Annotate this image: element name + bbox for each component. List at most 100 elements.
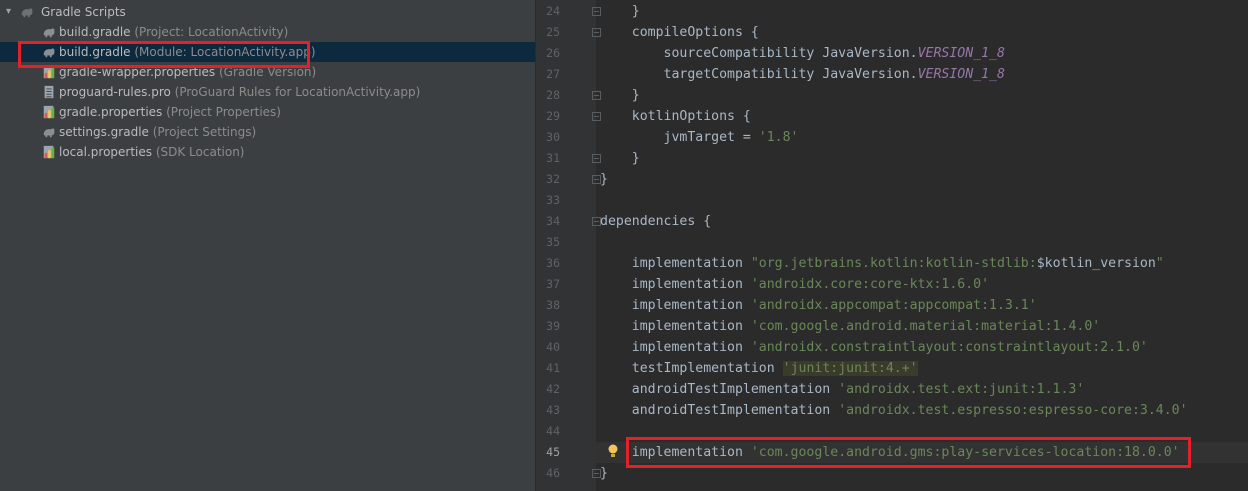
line-number: 37 — [546, 277, 560, 291]
code-token: implementation — [600, 340, 751, 355]
code-token: targetCompatibility JavaVersion. — [600, 67, 918, 82]
code-line[interactable]: androidTestImplementation 'androidx.test… — [600, 379, 1085, 400]
code-line[interactable]: kotlinOptions { — [600, 106, 751, 127]
code-line[interactable]: implementation "org.jetbrains.kotlin:kot… — [600, 253, 1164, 274]
code-token: 'androidx.core:core-ktx:1.6.0' — [750, 277, 990, 292]
code-token: 'androidx.constraintlayout:constraintlay… — [750, 340, 1148, 355]
tree-item[interactable]: gradle.properties (Project Properties) — [0, 102, 535, 122]
tree-item-label: proguard-rules.pro (ProGuard Rules for L… — [59, 82, 420, 102]
editor-gutter: 24 25 26 27 28 29 30 31 32 33 34 35 36 37 38 39 40 41 42 43… — [536, 0, 601, 491]
tree-item-label: settings.gradle (Project Settings) — [59, 122, 256, 142]
code-editor[interactable]: 24 25 26 27 28 29 30 31 32 33 34 35 36 37 38 39 40 41 42 43… — [536, 0, 1248, 491]
annotation-highlight-box — [626, 437, 1191, 468]
line-number: 38 — [546, 298, 560, 312]
line-number: 46 — [546, 466, 560, 480]
code-line[interactable]: implementation 'androidx.core:core-ktx:1… — [600, 274, 989, 295]
line-number: 26 — [546, 46, 560, 60]
code-line[interactable]: } — [600, 85, 640, 106]
code-token: "org.jetbrains.kotlin:kotlin-stdlib: — [750, 256, 1037, 271]
line-number: 42 — [546, 382, 560, 396]
code-token: kotlinOptions { — [600, 109, 751, 124]
file-name: proguard-rules.pro — [59, 85, 171, 99]
code-line[interactable]: implementation 'androidx.constraintlayou… — [600, 337, 1148, 358]
code-token: $kotlin_version — [1036, 256, 1156, 271]
line-number: 31 — [546, 151, 560, 165]
line-number: 29 — [546, 109, 560, 123]
code-line[interactable]: targetCompatibility JavaVersion.VERSION_… — [600, 64, 1005, 85]
tree-item[interactable]: proguard-rules.pro (ProGuard Rules for L… — [0, 82, 535, 102]
tree-item-label: gradle.properties (Project Properties) — [59, 102, 281, 122]
code-token: VERSION_1_8 — [917, 67, 1005, 82]
code-token: 'androidx.test.espresso:espresso-core:3.… — [838, 403, 1188, 418]
file-detail: (Project Properties) — [162, 105, 281, 119]
line-number: 28 — [546, 88, 560, 102]
tree-node-gradle-scripts[interactable]: ▾ Gradle Scripts — [0, 2, 535, 22]
line-number: 45 — [546, 445, 560, 459]
line-number: 34 — [546, 214, 560, 228]
code-line[interactable]: compileOptions { — [600, 22, 759, 43]
line-number: 25 — [546, 25, 560, 39]
tree-item[interactable]: build.gradle (Project: LocationActivity) — [0, 22, 535, 42]
properties-file-icon — [43, 145, 55, 159]
code-line[interactable]: } — [600, 148, 640, 169]
code-line[interactable]: dependencies { — [600, 211, 711, 232]
tree-item[interactable]: local.properties (SDK Location) — [0, 142, 535, 162]
line-number: 36 — [546, 256, 560, 270]
tree-item-label: local.properties (SDK Location) — [59, 142, 245, 162]
line-number: 30 — [546, 130, 560, 144]
line-number: 33 — [546, 193, 560, 207]
line-number: 39 — [546, 319, 560, 333]
gradle-elephant-icon — [21, 8, 33, 18]
gradle-elephant-icon — [43, 128, 55, 138]
code-line[interactable]: jvmTarget = '1.8' — [600, 127, 799, 148]
code-token: androidTestImplementation — [600, 403, 839, 418]
line-number: 44 — [546, 424, 560, 438]
annotation-highlight-box — [18, 41, 310, 68]
code-token: compileOptions { — [600, 25, 759, 40]
line-number: 27 — [546, 67, 560, 81]
code-token: } — [600, 4, 640, 19]
file-detail: (Project: LocationActivity) — [130, 25, 289, 39]
line-number: 41 — [546, 361, 560, 375]
file-name: local.properties — [59, 145, 153, 159]
code-token: } — [600, 466, 608, 481]
code-token: 'androidx.appcompat:appcompat:1.3.1' — [750, 298, 1037, 313]
file-detail: (SDK Location) — [152, 145, 245, 159]
code-line[interactable]: } — [600, 463, 608, 484]
code-line[interactable]: implementation 'androidx.appcompat:appco… — [600, 295, 1037, 316]
code-token: 'androidx.test.ext:junit:1.1.3' — [838, 382, 1085, 397]
project-tool-window: ▾ Gradle Scripts build.gradle (Project: … — [0, 0, 535, 491]
code-token: 'com.google.android.material:material:1.… — [750, 319, 1101, 334]
code-line[interactable]: androidTestImplementation 'androidx.test… — [600, 400, 1188, 421]
code-token: VERSION_1_8 — [917, 46, 1005, 61]
line-number: 32 — [546, 172, 560, 186]
code-line[interactable]: implementation 'com.google.android.mater… — [600, 316, 1100, 337]
code-token: androidTestImplementation — [600, 382, 839, 397]
line-number: 40 — [546, 340, 560, 354]
code-token: implementation — [600, 298, 751, 313]
tree-item[interactable]: settings.gradle (Project Settings) — [0, 122, 535, 142]
line-number: 24 — [546, 4, 560, 18]
code-line[interactable]: sourceCompatibility JavaVersion.VERSION_… — [600, 43, 1005, 64]
code-token: } — [600, 88, 640, 103]
line-number: 43 — [546, 403, 560, 417]
expand-arrow-icon[interactable]: ▾ — [6, 2, 11, 22]
code-token: '1.8' — [758, 130, 799, 145]
tree-item-label: build.gradle (Project: LocationActivity) — [59, 22, 288, 42]
code-token: jvmTarget = — [600, 130, 759, 145]
file-name: gradle.properties — [59, 105, 163, 119]
code-token: testImplementation — [600, 361, 783, 376]
code-token: dependencies { — [600, 214, 712, 229]
intention-bulb-icon[interactable] — [608, 444, 618, 458]
line-number: 35 — [546, 235, 560, 249]
code-line[interactable]: testImplementation 'junit:junit:4.+' — [600, 358, 918, 379]
code-token: " — [1155, 256, 1164, 271]
code-token: } — [600, 151, 640, 166]
code-token: sourceCompatibility JavaVersion. — [600, 46, 918, 61]
code-token: implementation — [600, 319, 751, 334]
code-line[interactable]: } — [600, 169, 608, 190]
text-file-icon — [44, 85, 54, 99]
code-line[interactable]: } — [600, 1, 640, 22]
gradle-elephant-icon — [43, 28, 55, 38]
file-name: build.gradle — [59, 25, 131, 39]
